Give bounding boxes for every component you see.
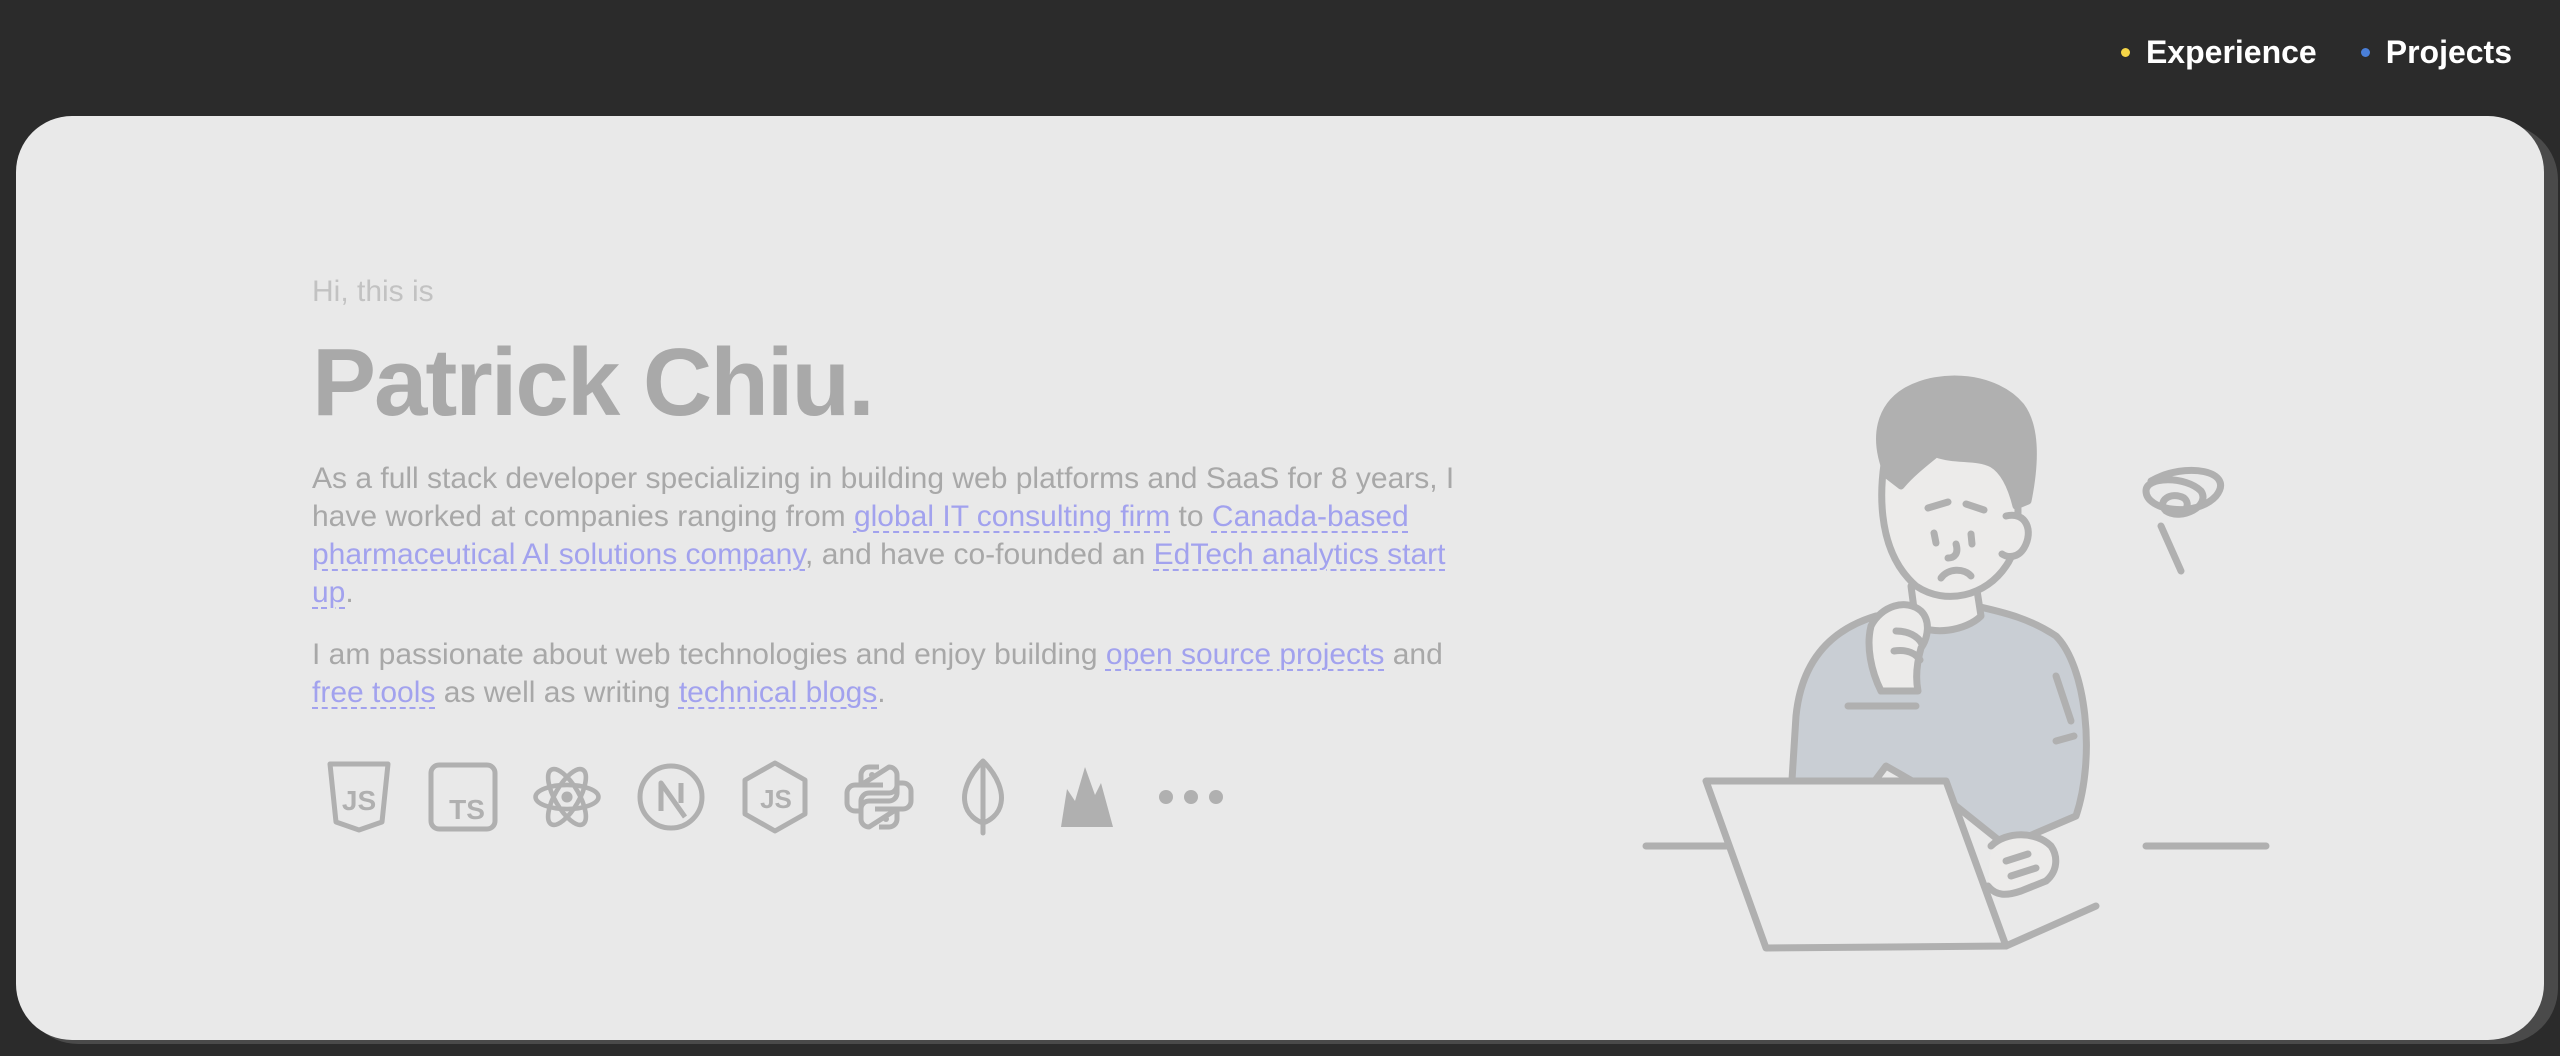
- global-it-consulting-link[interactable]: global IT consulting firm: [854, 500, 1170, 533]
- javascript-icon-label: JS: [342, 785, 376, 816]
- open-source-projects-link[interactable]: open source projects: [1106, 638, 1385, 671]
- passion-text: and: [1384, 638, 1443, 671]
- nav-experience-link[interactable]: Experience: [2120, 34, 2317, 71]
- nav-projects-label: Projects: [2385, 34, 2512, 70]
- passion-text: I am passionate about web technologies a…: [312, 638, 1106, 671]
- technical-blogs-link[interactable]: technical blogs: [679, 676, 877, 709]
- thinking-developer-illustration: [1626, 286, 2286, 986]
- firebase-icon: [1050, 760, 1124, 834]
- passion-paragraph: I am passionate about web technologies a…: [312, 636, 1472, 712]
- main-nav: Experience Projects: [2120, 34, 2512, 71]
- top-bar: Experience Projects: [0, 0, 2560, 112]
- react-icon: [530, 760, 604, 834]
- greeting-text: Hi, this is: [312, 275, 434, 308]
- hero-card: Hi, this is Patrick Chiu. As a full stac…: [16, 116, 2544, 1040]
- passion-text: .: [877, 676, 886, 709]
- bio-paragraph: As a full stack developer specializing i…: [312, 460, 1472, 612]
- nav-dot-icon: [2360, 48, 2370, 57]
- mongodb-icon: [946, 758, 1020, 836]
- typescript-icon-label: TS: [449, 794, 485, 825]
- typescript-icon: TS: [426, 760, 500, 834]
- more-icon[interactable]: [1154, 760, 1228, 834]
- passion-text: as well as writing: [435, 676, 679, 709]
- page-title: Patrick Chiu.: [312, 329, 875, 436]
- bio-text: to: [1170, 500, 1212, 533]
- nodejs-icon-label: JS: [760, 784, 792, 814]
- nextjs-icon: [634, 760, 708, 834]
- intro-section: Hi, this is Patrick Chiu. As a full stac…: [312, 272, 1472, 712]
- javascript-icon: JS: [322, 760, 396, 834]
- python-icon: [842, 760, 916, 834]
- free-tools-link[interactable]: free tools: [312, 676, 435, 709]
- nav-experience-label: Experience: [2145, 34, 2317, 70]
- nodejs-icon: JS: [738, 760, 812, 834]
- bio-text: .: [345, 576, 354, 609]
- tech-stack-icons: JS TS JS: [322, 758, 1228, 836]
- nav-dot-icon: [2120, 48, 2130, 57]
- bio-text: , and have co-founded an: [805, 538, 1154, 571]
- nav-projects-link[interactable]: Projects: [2360, 34, 2512, 71]
